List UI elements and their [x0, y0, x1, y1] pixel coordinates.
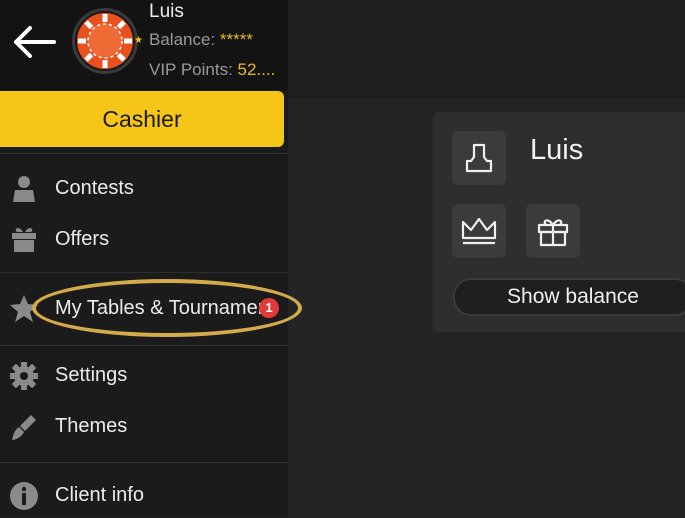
vip-points-row: VIP Points: 52....	[149, 60, 275, 80]
cashier-button[interactable]: Cashier	[0, 91, 284, 147]
menu-item-client-info[interactable]: Client info	[0, 474, 288, 518]
app-top-bar	[288, 0, 685, 98]
user-icon	[465, 143, 493, 173]
star-icon	[8, 292, 40, 324]
offers-gift-button[interactable]	[526, 204, 580, 258]
menu-item-label: Offers	[55, 228, 110, 250]
gift-icon	[8, 224, 40, 256]
vip-star-icon: ★	[134, 35, 143, 46]
divider	[0, 345, 288, 346]
back-arrow-icon[interactable]	[10, 22, 58, 62]
poker-chip-icon	[77, 13, 133, 69]
divider	[0, 462, 288, 463]
menu-item-label: Contests	[55, 177, 134, 199]
avatar[interactable]	[72, 8, 138, 74]
divider	[0, 272, 288, 273]
profile-name: Luis	[530, 134, 584, 166]
side-menu: ★ Luis Balance: ***** VIP Points: 52....…	[0, 0, 302, 518]
balance-label: Balance:	[149, 30, 216, 49]
profile-card: Luis Show balance	[433, 112, 685, 332]
crown-icon	[461, 217, 497, 245]
vip-points-label: VIP Points:	[149, 60, 233, 79]
chess-king-icon	[8, 173, 40, 205]
menu-item-settings[interactable]: Settings	[0, 354, 288, 398]
menu-item-contests[interactable]: Contests	[0, 167, 288, 211]
divider	[0, 153, 288, 154]
vip-points-value: 52....	[237, 60, 276, 79]
user-name: Luis	[149, 1, 184, 22]
balance-row: Balance: *****	[149, 30, 253, 50]
balance-value: *****	[219, 30, 253, 49]
menu-item-label: My Tables & Tournaments	[55, 297, 267, 319]
show-balance-button[interactable]: Show balance	[453, 278, 685, 316]
info-icon	[8, 480, 40, 512]
menu-item-themes[interactable]: Themes	[0, 405, 288, 449]
gear-icon	[8, 360, 40, 392]
gift-icon	[537, 219, 569, 247]
notification-badge: 1	[259, 298, 279, 318]
brush-icon	[8, 411, 40, 443]
menu-item-label: Client info	[55, 484, 144, 506]
menu-item-offers[interactable]: Offers	[0, 218, 288, 262]
vip-crown-button[interactable]	[452, 204, 506, 258]
menu-item-label: Settings	[55, 364, 128, 386]
menu-item-label: Themes	[55, 415, 128, 437]
profile-avatar-button[interactable]	[452, 131, 506, 185]
